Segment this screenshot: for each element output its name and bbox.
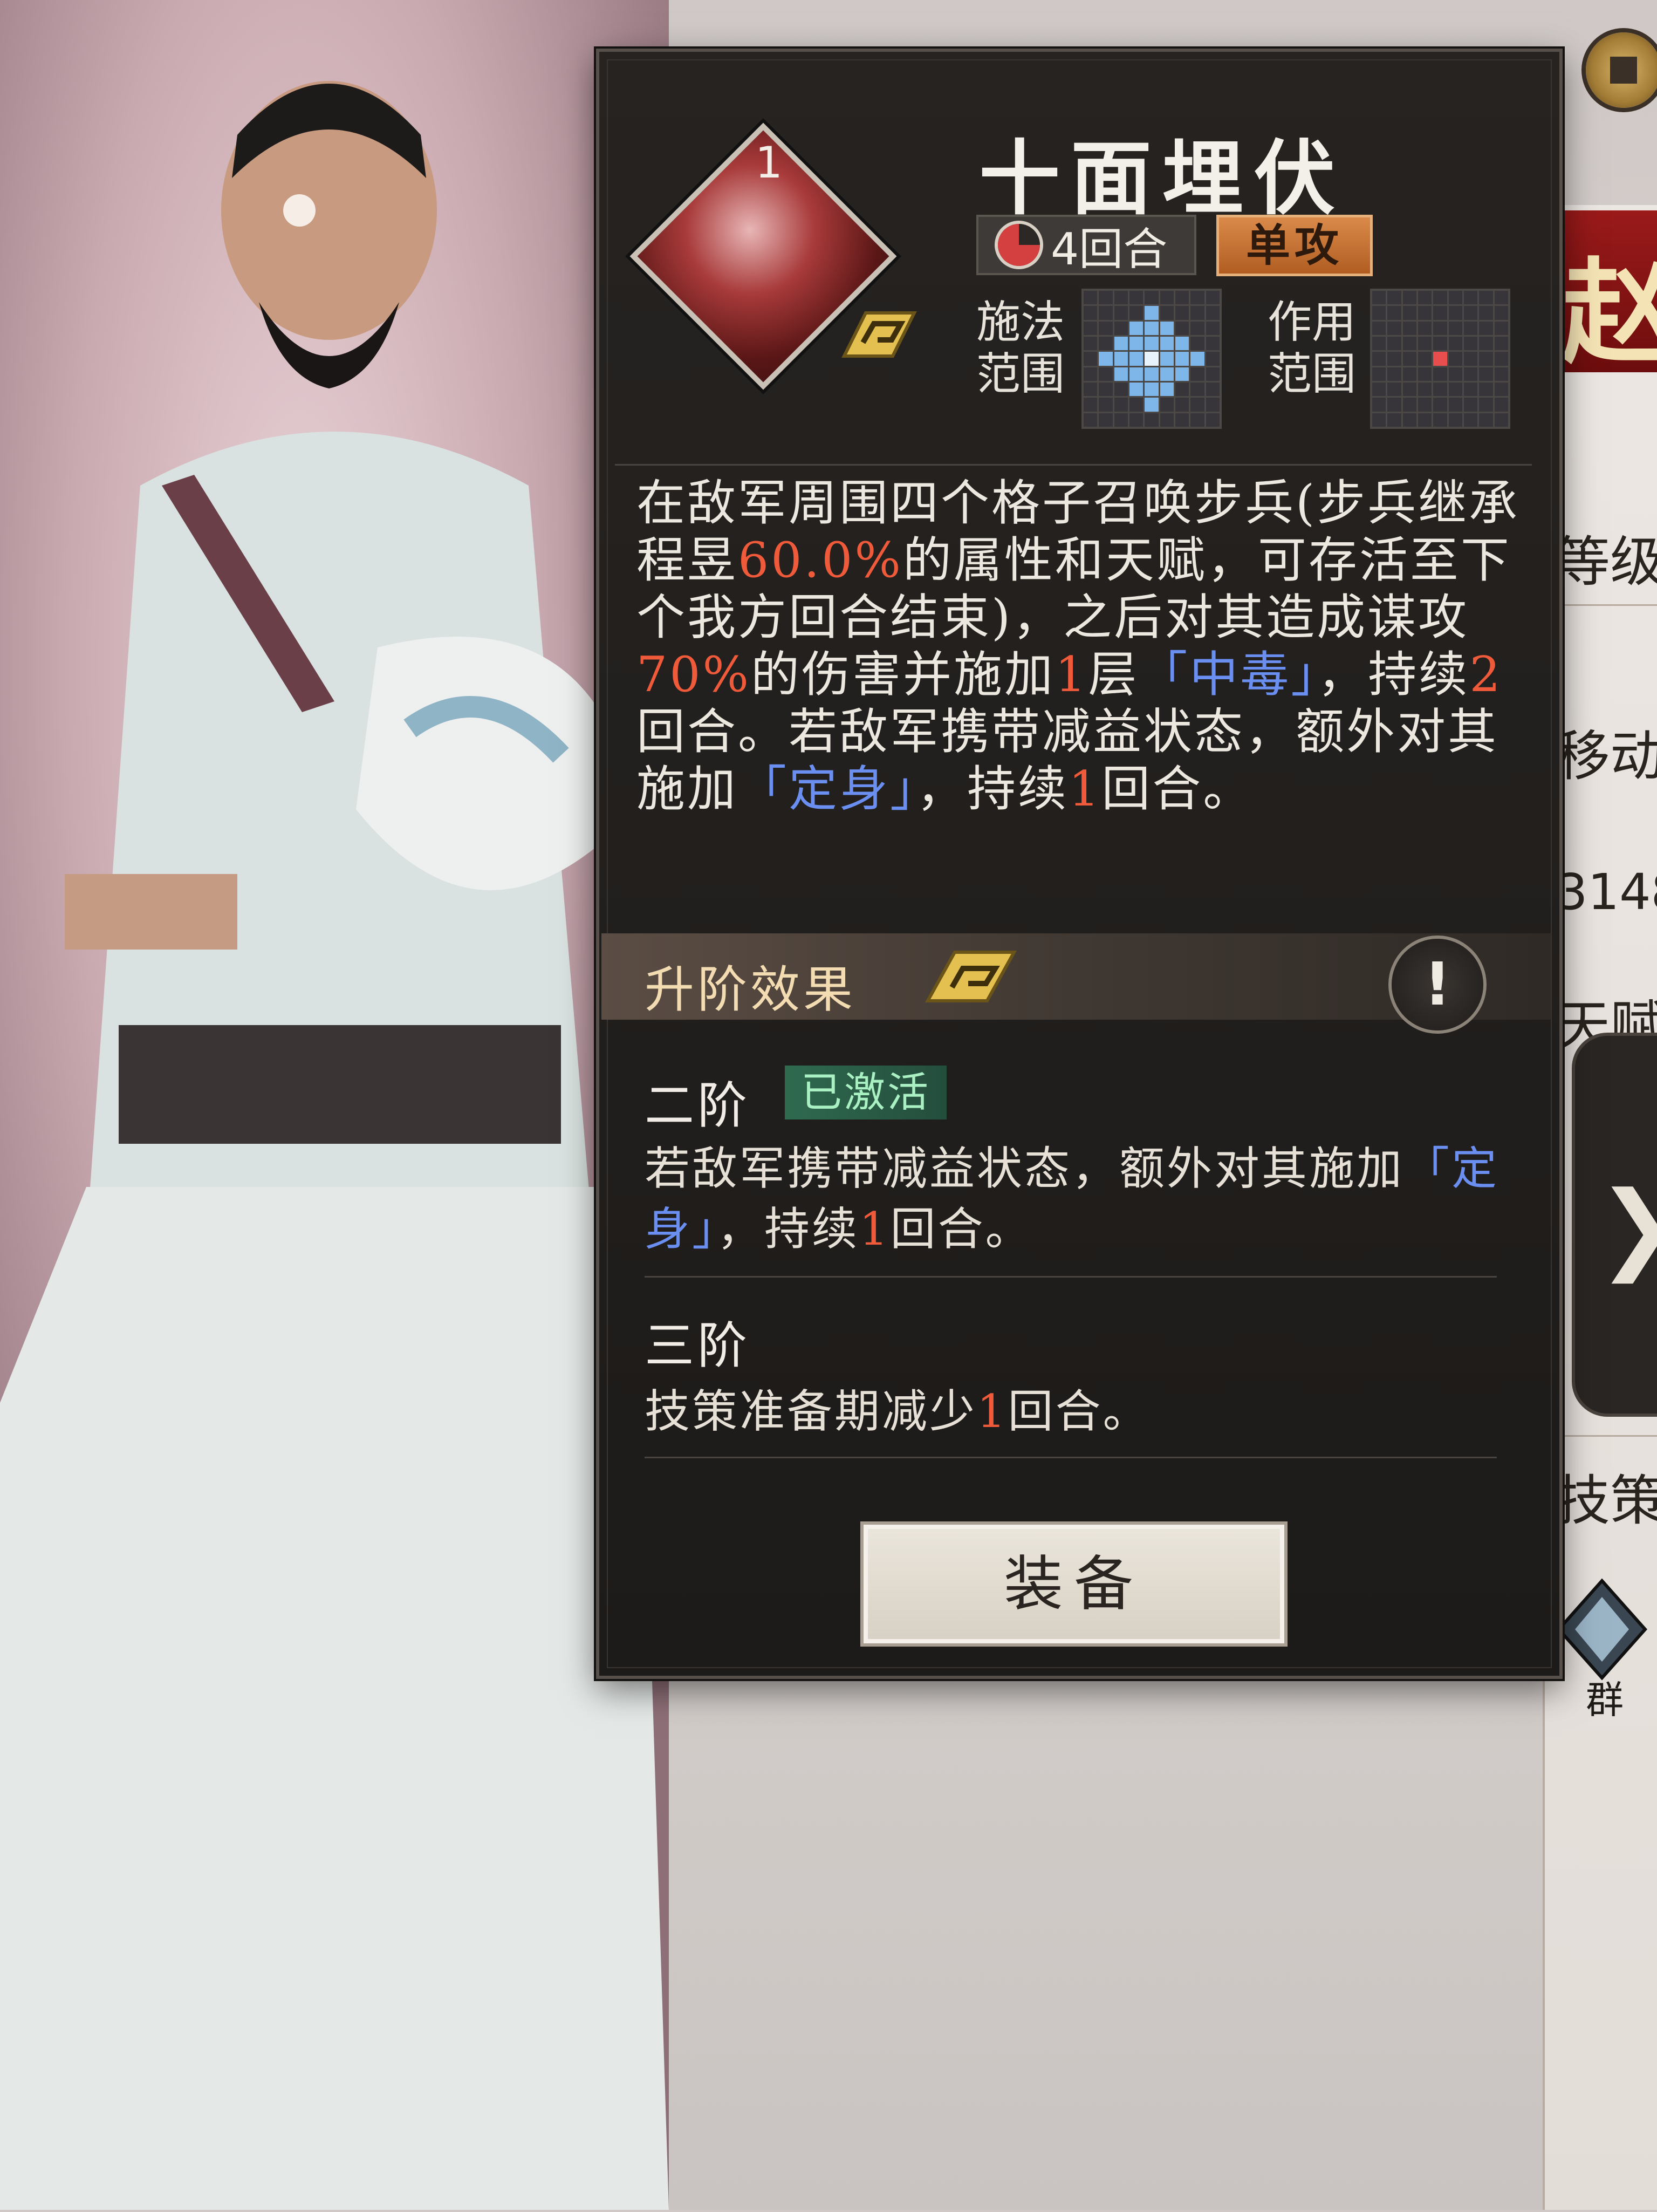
upgrade-grade-icon xyxy=(925,951,1017,1002)
side-label-level: 等级 xyxy=(1556,530,1657,593)
root-status-link[interactable]: 「定身」 xyxy=(738,761,916,817)
skill-level: 1 xyxy=(755,138,783,188)
poison-status-link[interactable]: 「中毒」 xyxy=(1139,646,1317,703)
tier3-description: 技策准备期减少1回合。 xyxy=(645,1385,1151,1438)
skill-cost-text: 4回合 xyxy=(1051,223,1168,275)
side-value: 3148 xyxy=(1556,863,1657,921)
side-label-strategy: 技策 xyxy=(1556,1469,1657,1532)
coin-icon[interactable] xyxy=(1586,32,1657,108)
attack-type-tag: 单攻 xyxy=(1216,215,1373,276)
effect-range-label: 作用 范围 xyxy=(1268,297,1357,400)
cooldown-pie-icon xyxy=(998,224,1040,266)
side-label-move: 移动 xyxy=(1556,725,1657,788)
divider xyxy=(615,464,1532,466)
tier2-title: 二阶 xyxy=(645,1077,751,1135)
divider xyxy=(645,1457,1497,1458)
skill-thumbnail[interactable]: 群 xyxy=(1553,1575,1651,1722)
skill-description: 在敌军周围四个格子召唤步兵(步兵继承程昱60.0%的属性和天赋，可存活至下个我方… xyxy=(636,475,1520,817)
chevron-right-icon: ❯ xyxy=(1597,1171,1657,1283)
equip-button[interactable]: 装备 xyxy=(860,1521,1288,1647)
skill-cost-tag: 4回合 xyxy=(976,215,1196,275)
info-icon: ! xyxy=(1423,950,1451,1019)
skill-thumbnail-caption: 群 xyxy=(1586,1678,1624,1722)
effect-range-grid xyxy=(1370,289,1510,429)
tier2-description: 若敌军携带减益状态，额外对其施加「定身」，持续1回合。 xyxy=(645,1142,1499,1255)
expand-arrow-button[interactable]: ❯ xyxy=(1575,1036,1657,1414)
cast-range-label: 施法 范围 xyxy=(976,297,1065,400)
cast-range-grid xyxy=(1081,289,1222,429)
skill-grade-icon xyxy=(841,311,917,358)
divider xyxy=(645,1276,1497,1278)
character-portrait xyxy=(0,0,669,2210)
upgrade-info-button[interactable]: ! xyxy=(1392,939,1483,1030)
upgrade-label: 升阶效果 xyxy=(645,961,857,1019)
tier3-title: 三阶 xyxy=(645,1317,751,1375)
faction-badge-text: 赵 xyxy=(1562,246,1657,379)
tier2-active-badge: 已激活 xyxy=(785,1066,947,1119)
